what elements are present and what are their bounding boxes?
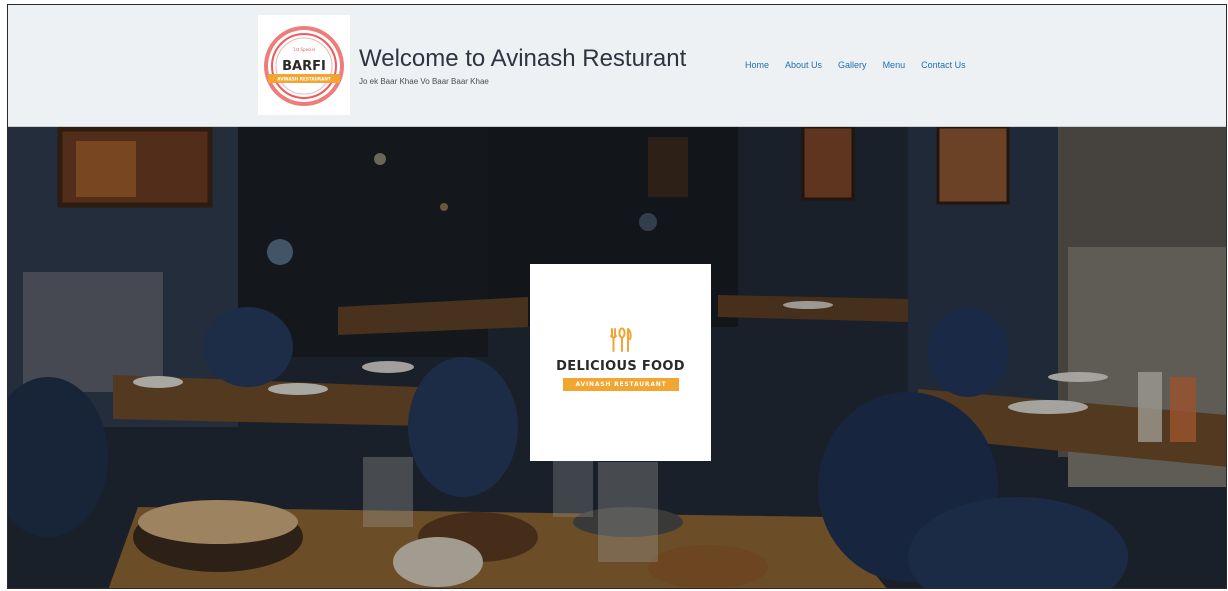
main-navigation: Home About Us Gallery Menu Contact Us (745, 60, 982, 70)
browser-viewport: 1st Special BARFI AVINASH RESTAURANT Wel… (7, 4, 1227, 589)
hero-brand-card: DELICIOUS FOOD AVINASH RESTAURANT (530, 264, 711, 461)
site-logo[interactable]: 1st Special BARFI AVINASH RESTAURANT (258, 15, 350, 115)
nav-home-link[interactable]: Home (745, 60, 769, 70)
logo-ribbon-text: AVINASH RESTAURANT (277, 77, 331, 82)
site-header: 1st Special BARFI AVINASH RESTAURANT Wel… (8, 5, 1226, 127)
hero-brand-ribbon: AVINASH RESTAURANT (563, 378, 679, 391)
nav-about-us-link[interactable]: About Us (785, 60, 822, 70)
site-title: Welcome to Avinash Resturant (359, 45, 687, 72)
logo-top-text: 1st Special (293, 47, 315, 52)
barfi-logo-icon: 1st Special BARFI AVINASH RESTAURANT (264, 26, 344, 106)
nav-contact-us-link[interactable]: Contact Us (921, 60, 966, 70)
site-tagline: Jo ek Baar Khae Vo Baar Baar Khae (359, 77, 489, 86)
nav-menu-link[interactable]: Menu (883, 60, 906, 70)
hero-brand-title: DELICIOUS FOOD (556, 359, 685, 374)
nav-gallery-link[interactable]: Gallery (838, 60, 867, 70)
hero-banner: DELICIOUS FOOD AVINASH RESTAURANT (8, 127, 1226, 588)
utensils-icon (610, 327, 632, 352)
logo-main-text: BARFI (282, 59, 326, 74)
